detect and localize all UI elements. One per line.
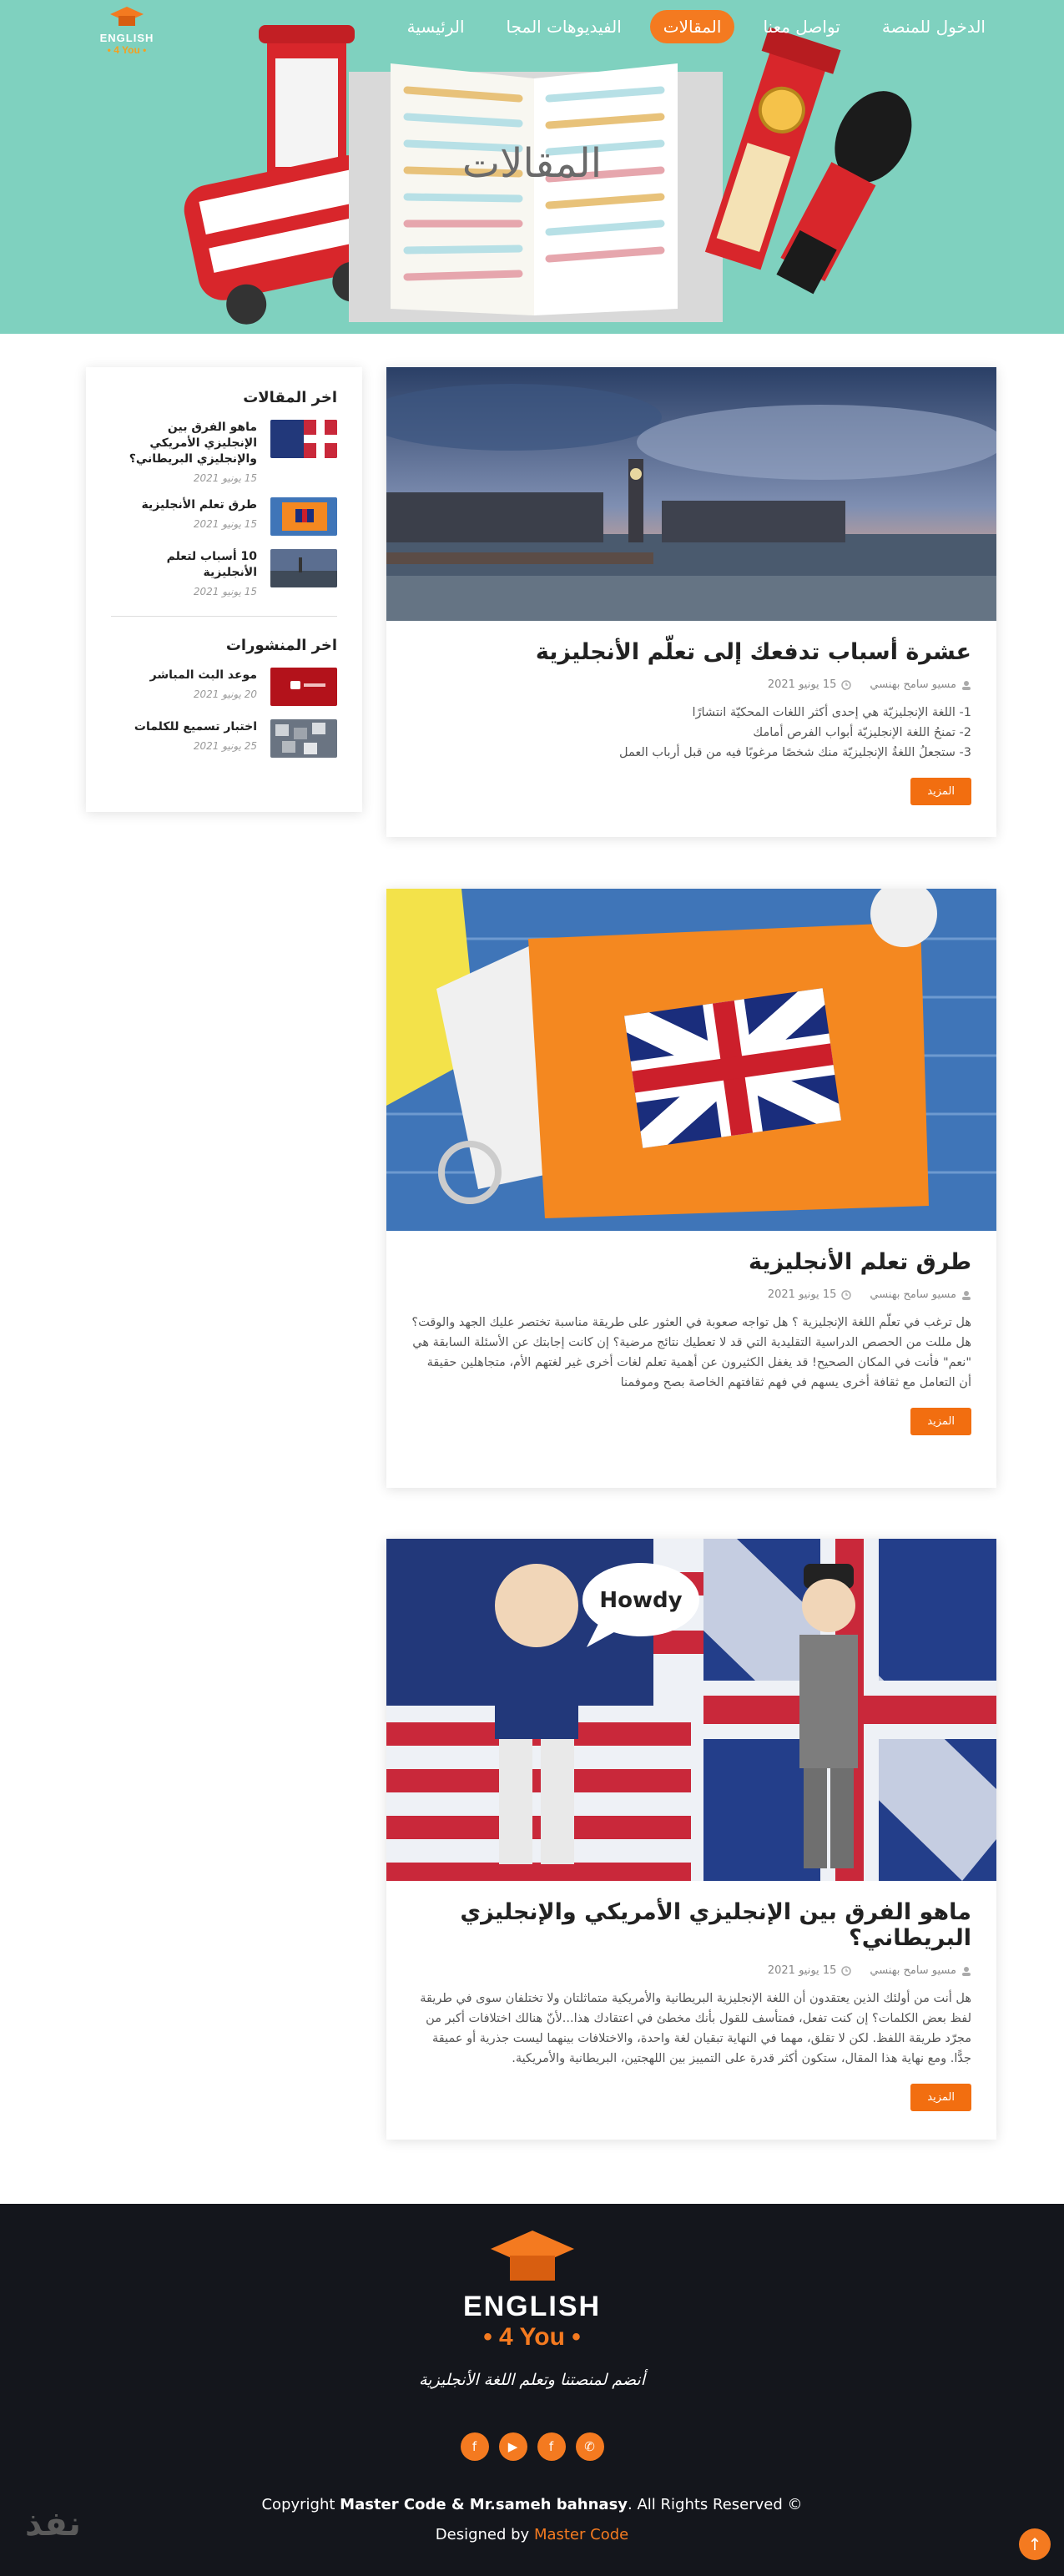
post-body: عشرة أسباب تدفعك إلى تعلّم الأنجليزية مس…: [386, 621, 996, 827]
post-excerpt: هل ترغب في تعلّم اللغة الإنجليزية ؟ هل ت…: [411, 1316, 971, 1389]
read-more-button[interactable]: المزيد: [910, 778, 971, 805]
graduation-cap-icon: [110, 7, 144, 26]
post-image-us-vs-uk[interactable]: Howdy: [386, 1539, 996, 1881]
whatsapp-icon[interactable]: ✆: [575, 2432, 604, 2461]
nav-item-videos[interactable]: الفيديوهات المجا: [493, 10, 635, 43]
arrow-up-icon: ↑: [1027, 2534, 1042, 2554]
designed-by-text: Designed by Master Code: [435, 2526, 629, 2543]
post-meta: مسيو سامح بهنسي 15 يونيو 2021: [411, 1288, 971, 1301]
graduation-cap-icon: [490, 2231, 574, 2281]
post-card: Howdy ماهو الفرق بين الإنجليزي الأمريكي …: [386, 1539, 996, 2140]
post-thumbnail[interactable]: [270, 668, 337, 706]
facebook-icon[interactable]: f: [537, 2432, 566, 2461]
user-icon: [962, 1966, 971, 1976]
watermark-logo: نفذ: [25, 2505, 81, 2543]
post-author: مسيو سامح بهنسي: [870, 1288, 971, 1301]
site-logo[interactable]: ENGLISH • 4 You •: [93, 5, 160, 57]
post-title[interactable]: طرق تعلم الأنجليزية: [411, 1249, 971, 1275]
page-title: المقالات: [461, 140, 603, 187]
article-thumbnail[interactable]: [270, 420, 337, 458]
hero-banner: ENGLISH • 4 You • الرئيسية الفيديوهات ال…: [0, 0, 1064, 334]
post-image-learn-english[interactable]: [386, 889, 996, 1231]
sidebar-divider: [111, 616, 337, 617]
sidebar-post-title[interactable]: اختبار تسميع للكلمات: [111, 719, 257, 735]
recent-articles-heading: اخر المقالات: [243, 389, 337, 406]
nav-item-login[interactable]: الدخول للمنصة: [869, 10, 999, 43]
post-date: 15 يونيو 2021: [768, 1964, 852, 1977]
recent-posts-heading: اخر المنشورات: [225, 637, 337, 654]
social-links: f ▶ f ✆: [0, 2432, 1064, 2461]
sidebar-article-item[interactable]: طرق تعلم الأنجليزية 15 يونيو 2021: [111, 497, 337, 536]
post-title[interactable]: عشرة أسباب تدفعك إلى تعلّم الأنجليزية: [411, 639, 971, 665]
sidebar-article-item[interactable]: 10 أسباب لتعلم الأنجليزية 15 يونيو 2021: [111, 549, 337, 597]
nav-item-contact[interactable]: تواصل معنا: [749, 10, 853, 43]
footer-tagline: أنضم لمنصتنا وتعلم اللغة الأنجليزية: [418, 2371, 645, 2389]
clock-icon: [841, 679, 852, 690]
nav-item-articles[interactable]: المقالات: [649, 10, 735, 43]
post-author: مسيو سامح بهنسي: [870, 678, 971, 691]
read-more-button[interactable]: المزيد: [910, 1408, 971, 1435]
post-image-london[interactable]: [386, 367, 996, 621]
youtube-icon[interactable]: ▶: [498, 2432, 527, 2461]
user-icon: [962, 1290, 971, 1300]
clock-icon: [841, 1289, 852, 1300]
copyright-text: Copyright Master Code & Mr.sameh bahnasy…: [261, 2496, 803, 2513]
sidebar: اخر المقالات ماهو الفرق بين الإنجليزي ال…: [86, 367, 362, 812]
sidebar-article-title[interactable]: طرق تعلم الأنجليزية: [111, 497, 257, 513]
post-body: طرق تعلم الأنجليزية مسيو سامح بهنسي 15 ي…: [386, 1231, 996, 1457]
site-footer: ENGLISH • 4 You • أنضم لمنصتنا وتعلم الل…: [0, 2204, 1064, 2576]
scroll-to-top-button[interactable]: ↑: [1019, 2528, 1051, 2560]
post-meta: مسيو سامح بهنسي 15 يونيو 2021: [411, 678, 971, 691]
sidebar-article-item[interactable]: ماهو الفرق بين الإنجليزي الأمريكي والإنج…: [111, 420, 337, 484]
sidebar-article-date: 15 يونيو 2021: [193, 518, 257, 530]
post-title[interactable]: ماهو الفرق بين الإنجليزي الأمريكي والإنج…: [411, 1899, 971, 1951]
post-date: 15 يونيو 2021: [768, 678, 852, 691]
sidebar-article-title[interactable]: 10 أسباب لتعلم الأنجليزية: [111, 549, 257, 581]
sidebar-post-item[interactable]: اختبار تسميع للكلمات 25 يونيو 2021: [111, 719, 337, 758]
user-icon: [962, 680, 971, 690]
read-more-button[interactable]: المزيد: [910, 2084, 971, 2111]
designer-link[interactable]: Master Code: [534, 2526, 628, 2543]
facebook-icon[interactable]: f: [460, 2432, 489, 2461]
article-thumbnail[interactable]: [270, 549, 337, 587]
sidebar-post-date: 25 يونيو 2021: [193, 740, 257, 752]
footer-logo[interactable]: ENGLISH • 4 You •: [0, 2229, 1064, 2352]
sidebar-article-date: 15 يونيو 2021: [193, 586, 257, 597]
main-nav: الرئيسية الفيديوهات المجا المقالات تواصل…: [394, 10, 999, 43]
nav-item-home[interactable]: الرئيسية: [394, 10, 478, 43]
post-card: عشرة أسباب تدفعك إلى تعلّم الأنجليزية مس…: [386, 367, 996, 837]
post-excerpt: هل أنت من أولئك الذين يعتقدون أن اللغة ا…: [420, 1992, 971, 2065]
sidebar-post-title[interactable]: موعد البث المباشر: [111, 668, 257, 683]
post-body: ماهو الفرق بين الإنجليزي الأمريكي والإنج…: [386, 1881, 996, 2133]
post-excerpt: 1- اللغة الإنجليزيّة هي إحدى أكثر اللغات…: [619, 706, 971, 759]
article-thumbnail[interactable]: [270, 497, 337, 536]
post-card: طرق تعلم الأنجليزية مسيو سامح بهنسي 15 ي…: [386, 889, 996, 1488]
sidebar-post-date: 20 يونيو 2021: [193, 688, 257, 700]
speech-bubble-text: Howdy: [599, 1588, 682, 1613]
sidebar-article-title[interactable]: ماهو الفرق بين الإنجليزي الأمريكي والإنج…: [111, 420, 257, 467]
post-author: مسيو سامح بهنسي: [870, 1964, 971, 1977]
sidebar-post-item[interactable]: موعد البث المباشر 20 يونيو 2021: [111, 668, 337, 706]
post-date: 15 يونيو 2021: [768, 1288, 852, 1301]
post-thumbnail[interactable]: [270, 719, 337, 758]
sidebar-article-date: 15 يونيو 2021: [193, 472, 257, 484]
post-meta: مسيو سامح بهنسي 15 يونيو 2021: [411, 1964, 971, 1977]
clock-icon: [841, 1965, 852, 1976]
